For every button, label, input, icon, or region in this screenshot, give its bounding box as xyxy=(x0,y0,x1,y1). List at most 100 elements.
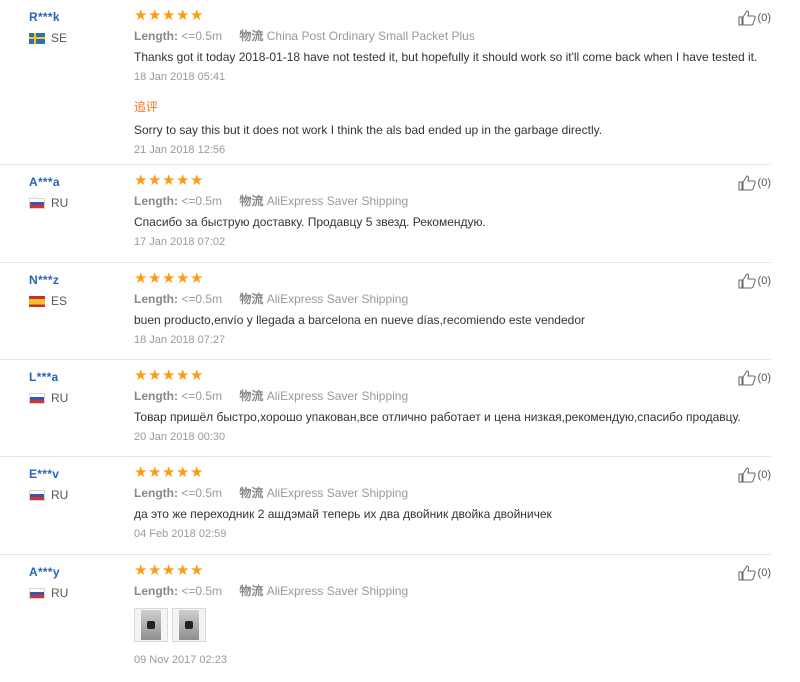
shipping-method: AliExpress Saver Shipping xyxy=(266,389,409,403)
photo-image xyxy=(179,610,199,640)
flag-ru-icon xyxy=(29,587,45,599)
star-icon: ★ xyxy=(134,464,148,481)
star-icon: ★ xyxy=(162,562,176,579)
length-value: <=0.5m xyxy=(181,194,223,208)
logistics-label: 物流 xyxy=(239,292,264,306)
length-label: Length: xyxy=(134,486,178,500)
order-info: Length: <=0.5m 物流 AliExpress Saver Shipp… xyxy=(134,584,734,598)
logistics-label: 物流 xyxy=(239,29,264,43)
review-photos xyxy=(134,608,734,642)
order-info: Length: <=0.5m 物流 AliExpress Saver Shipp… xyxy=(134,194,734,208)
order-info: Length: <=0.5m 物流 AliExpress Saver Shipp… xyxy=(134,486,734,500)
flag-ru-icon xyxy=(29,197,45,209)
helpful-count: (0) xyxy=(757,12,771,24)
helpful-button[interactable]: (0) xyxy=(738,273,771,289)
country-code: RU xyxy=(51,391,69,405)
review-photo-thumbnail[interactable] xyxy=(172,608,206,642)
rating-stars: ★ ★ ★ ★ ★ xyxy=(134,367,734,384)
thumbs-up-icon xyxy=(738,565,756,581)
reviewer-name: A***y xyxy=(29,565,60,579)
reviewer-name: E***v xyxy=(29,467,60,481)
reviewer-name: A***a xyxy=(29,175,60,189)
helpful-button[interactable]: (0) xyxy=(738,10,771,26)
star-icon: ★ xyxy=(176,7,190,24)
helpful-button[interactable]: (0) xyxy=(738,467,771,483)
review-text: Спасибо за быструю доставку. Продавцу 5 … xyxy=(134,215,486,229)
star-icon: ★ xyxy=(134,7,148,24)
star-icon: ★ xyxy=(190,172,204,189)
helpful-button[interactable]: (0) xyxy=(738,565,771,581)
length-label: Length: xyxy=(134,194,178,208)
reviewer-info: R***k SE xyxy=(29,10,67,45)
star-icon: ★ xyxy=(134,562,148,579)
star-icon: ★ xyxy=(134,172,148,189)
reviewer-name: L***a xyxy=(29,370,59,384)
helpful-button[interactable]: (0) xyxy=(738,370,771,386)
shipping-method: AliExpress Saver Shipping xyxy=(266,292,409,306)
star-icon: ★ xyxy=(148,367,162,384)
star-icon: ★ xyxy=(190,270,204,287)
flag-es-icon xyxy=(29,295,45,307)
star-icon: ★ xyxy=(176,562,190,579)
rating-stars: ★ ★ ★ ★ ★ xyxy=(134,464,734,481)
country-code: ES xyxy=(51,294,68,308)
shipping-method: AliExpress Saver Shipping xyxy=(266,194,409,208)
reviewer-name: N***z xyxy=(29,273,60,287)
star-icon: ★ xyxy=(134,270,148,287)
logistics-label: 物流 xyxy=(239,194,264,208)
review-date: 20 Jan 2018 00:30 xyxy=(134,431,226,443)
followup-text: Sorry to say this but it does not work I… xyxy=(134,123,603,137)
photo-image xyxy=(141,610,161,640)
length-label: Length: xyxy=(134,29,178,43)
star-icon: ★ xyxy=(162,464,176,481)
star-icon: ★ xyxy=(176,172,190,189)
reviewer-country: ES xyxy=(29,294,67,308)
star-icon: ★ xyxy=(190,7,204,24)
reviewer-country: RU xyxy=(29,196,68,210)
thumbs-up-icon xyxy=(738,10,756,26)
star-icon: ★ xyxy=(162,270,176,287)
helpful-count: (0) xyxy=(757,372,771,384)
length-value: <=0.5m xyxy=(181,584,223,598)
star-icon: ★ xyxy=(162,172,176,189)
review-item: N***z ES ★ ★ ★ ★ ★ Length: <=0.5m 物流 AliExpr… xyxy=(0,263,771,360)
review-item: A***a RU ★ ★ ★ ★ ★ Length: <=0.5m 物流 AliExpr… xyxy=(0,165,771,263)
star-icon: ★ xyxy=(148,270,162,287)
reviewer-country: RU xyxy=(29,391,68,405)
shipping-method: AliExpress Saver Shipping xyxy=(266,584,409,598)
reviewer-name: R***k xyxy=(29,10,60,24)
length-value: <=0.5m xyxy=(181,389,223,403)
order-info: Length: <=0.5m 物流 China Post Ordinary Sm… xyxy=(134,29,734,43)
flag-se-icon xyxy=(29,32,45,44)
star-icon: ★ xyxy=(190,562,204,579)
shipping-method: AliExpress Saver Shipping xyxy=(266,486,409,500)
reviewer-country: SE xyxy=(29,31,67,45)
reviewer-country: RU xyxy=(29,488,68,502)
helpful-count: (0) xyxy=(757,469,771,481)
review-item: L***a RU ★ ★ ★ ★ ★ Length: <=0.5m 物流 AliExpr… xyxy=(0,360,771,457)
star-icon: ★ xyxy=(190,367,204,384)
helpful-button[interactable]: (0) xyxy=(738,175,771,191)
review-text: Товар пришёл быстро,хорошо упакован,все … xyxy=(134,410,741,424)
country-code: SE xyxy=(51,31,68,45)
followup-date: 21 Jan 2018 12:56 xyxy=(134,144,226,156)
review-photo-thumbnail[interactable] xyxy=(134,608,168,642)
review-text: buen producto,envío y llegada a barcelon… xyxy=(134,313,585,327)
star-icon: ★ xyxy=(176,270,190,287)
helpful-count: (0) xyxy=(757,275,771,287)
length-label: Length: xyxy=(134,584,178,598)
star-icon: ★ xyxy=(162,367,176,384)
star-icon: ★ xyxy=(148,7,162,24)
country-code: RU xyxy=(51,488,69,502)
logistics-label: 物流 xyxy=(239,486,264,500)
reviewer-country: RU xyxy=(29,586,68,600)
star-icon: ★ xyxy=(162,7,176,24)
reviewer-info: L***a RU xyxy=(29,370,68,405)
order-info: Length: <=0.5m 物流 AliExpress Saver Shipp… xyxy=(134,292,734,306)
thumbs-up-icon xyxy=(738,175,756,191)
star-icon: ★ xyxy=(148,172,162,189)
star-icon: ★ xyxy=(134,367,148,384)
shipping-method: China Post Ordinary Small Packet Plus xyxy=(266,29,475,43)
star-icon: ★ xyxy=(148,464,162,481)
reviewer-info: N***z ES xyxy=(29,273,67,308)
